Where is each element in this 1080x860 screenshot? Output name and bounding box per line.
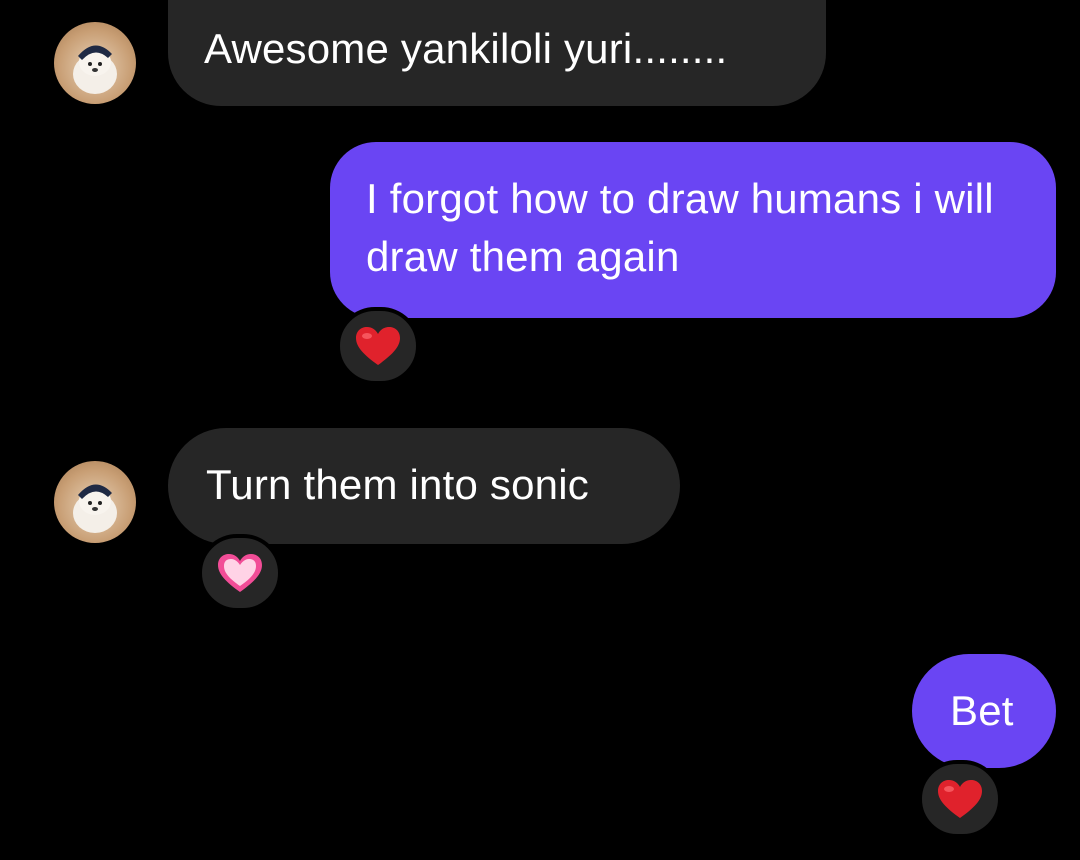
contact-avatar[interactable] xyxy=(54,22,136,104)
red-heart-icon xyxy=(938,780,982,818)
message-bubble-incoming[interactable]: Awesome yankiloli yuri........ xyxy=(168,0,826,106)
message-bubble-outgoing[interactable]: I forgot how to draw humans i will draw … xyxy=(330,142,1056,318)
reaction-badge[interactable] xyxy=(336,307,420,385)
message-text: I forgot how to draw humans i will draw … xyxy=(366,175,994,280)
message-bubble-outgoing[interactable]: Bet xyxy=(912,654,1056,768)
message-text: Awesome yankiloli yuri........ xyxy=(204,25,728,72)
reaction-badge[interactable] xyxy=(918,760,1002,838)
red-heart-icon xyxy=(356,327,400,365)
dog-avatar-icon xyxy=(73,45,117,94)
dog-avatar-icon xyxy=(73,484,117,533)
contact-avatar[interactable] xyxy=(54,461,136,543)
message-bubble-incoming[interactable]: Turn them into sonic xyxy=(168,428,680,544)
reaction-badge[interactable] xyxy=(198,534,282,612)
pink-heart-icon xyxy=(218,554,262,592)
message-text: Turn them into sonic xyxy=(206,461,589,508)
message-text: Bet xyxy=(950,687,1014,734)
